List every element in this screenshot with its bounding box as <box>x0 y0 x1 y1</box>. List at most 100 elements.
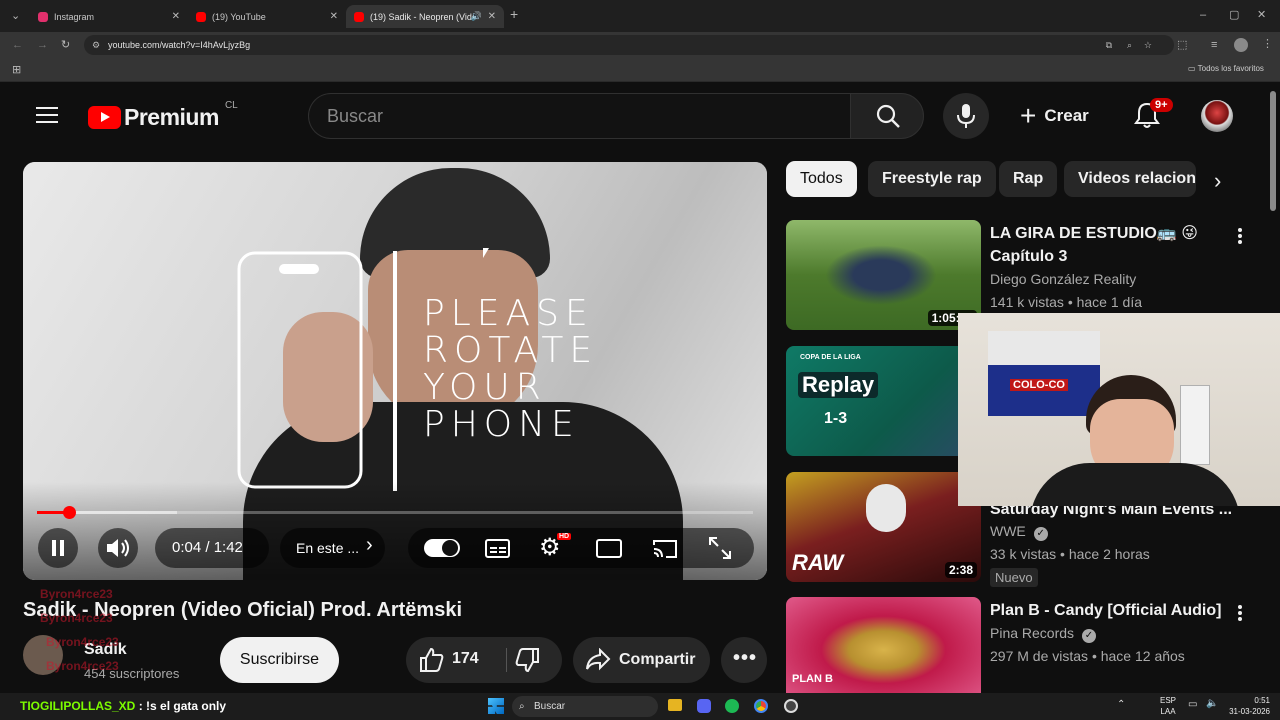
rec-thumbnail[interactable]: RAW 2:38 <box>786 472 981 582</box>
chrome-icon[interactable] <box>754 699 768 713</box>
account-avatar[interactable] <box>1201 100 1233 132</box>
zoom-icon[interactable]: ⌕ <box>1127 35 1132 55</box>
url-text: youtube.com/watch?v=I4hAvLjyzBg <box>108 40 251 50</box>
windows-start-icon[interactable] <box>488 698 504 714</box>
cast-icon[interactable] <box>652 539 678 559</box>
chapter-label: En este ... <box>296 540 360 556</box>
reload-icon[interactable]: ↻ <box>61 39 70 51</box>
rec-channel-name: WWE <box>990 523 1026 539</box>
create-label: Crear <box>1044 106 1089 125</box>
tab-youtube[interactable]: (19) YouTube ✕ <box>188 5 346 28</box>
create-button[interactable]: + Crear <box>1020 93 1089 139</box>
site-info-icon[interactable]: ⚙ <box>92 35 100 55</box>
maximize-icon[interactable]: ▢ <box>1229 9 1239 21</box>
tab-list-icon[interactable]: ⌄ <box>11 10 20 22</box>
close-icon[interactable]: ✕ <box>172 11 180 22</box>
thumbs-up-icon <box>420 647 444 672</box>
extensions-icon[interactable]: ⬚ <box>1177 39 1187 51</box>
progress-bar[interactable] <box>37 506 753 519</box>
video-player[interactable]: PLEASE ROTATE YOUR PHONE 0:04 / 1:42 En … <box>23 162 767 580</box>
rec-thumb-league: COPA DE LA LIGA <box>800 354 861 361</box>
autoplay-toggle[interactable] <box>424 539 460 557</box>
rec-thumbnail[interactable]: 1:05:26 <box>786 220 981 330</box>
rotate-line: PHONE <box>423 404 580 445</box>
more-actions-button[interactable]: ••• <box>721 637 767 683</box>
clock[interactable]: 0:51 31-03-2026 <box>1222 695 1270 717</box>
youtube-logo[interactable]: Premium CL <box>88 100 238 130</box>
rec-thumbnail[interactable]: PLAN B <box>786 597 981 693</box>
rec-title[interactable]: LA GIRA DE ESTUDIO🚌 😜 Capítulo 3 <box>990 222 1230 268</box>
apps-icon[interactable]: ⊞ <box>12 64 21 76</box>
like-button[interactable]: 174 <box>406 637 506 683</box>
tab-label: Instagram <box>54 11 95 22</box>
address-bar[interactable]: ⚙ youtube.com/watch?v=I4hAvLjyzBg ⧉ ⌕ ☆ <box>84 35 1174 55</box>
tab-instagram[interactable]: Instagram ✕ <box>30 5 188 28</box>
fullscreen-icon[interactable] <box>708 536 732 560</box>
chat-message: TIOGILIPOLLAS_XD : !s el gata only <box>0 693 480 720</box>
rec-channel-name: Pina Records <box>990 625 1075 641</box>
speaker-icon[interactable]: 🔈 <box>1206 698 1218 709</box>
speaker-icon[interactable]: 🔊 <box>471 11 482 22</box>
time-display: 0:04 / 1:42 <box>155 528 269 568</box>
mic-icon <box>957 104 975 128</box>
obs-icon[interactable] <box>784 699 798 713</box>
notifications-button[interactable]: 9+ <box>1134 98 1173 131</box>
hd-badge: HD <box>557 533 572 540</box>
tray-chevron-icon[interactable]: ⌃ <box>1117 699 1125 710</box>
rec-thumbnail[interactable]: COPA DE LA LIGA Replay 1-3 7: <box>786 346 981 456</box>
tab-label: (19) Sadik - Neopren (Vide <box>370 11 475 22</box>
subscribe-button[interactable]: Suscribirse <box>220 637 339 683</box>
all-bookmarks[interactable]: ▭ Todos los favoritos <box>1188 64 1264 73</box>
volume-button[interactable] <box>98 528 138 568</box>
window-close-icon[interactable]: ✕ <box>1257 9 1266 21</box>
tab-label: (19) YouTube <box>212 11 266 22</box>
bookmark-star-icon[interactable]: ☆ <box>1144 35 1152 55</box>
rec-title[interactable]: Plan B - Candy [Official Audio] <box>990 599 1230 622</box>
theater-mode-icon[interactable] <box>596 539 622 558</box>
chips-next-icon[interactable]: › <box>1214 168 1221 194</box>
rec-channel[interactable]: Diego González Reality <box>990 271 1136 287</box>
spotify-icon[interactable] <box>725 699 739 713</box>
all-bookmarks-label: Todos los favoritos <box>1197 64 1264 73</box>
more-vertical-icon[interactable] <box>1236 226 1244 246</box>
dislike-button[interactable] <box>507 637 562 683</box>
subtitles-icon[interactable] <box>485 539 510 558</box>
rec-thumb-text: Replay <box>798 372 879 398</box>
taskbar-search[interactable]: ⌕ Buscar <box>512 696 658 717</box>
more-vertical-icon[interactable] <box>1236 603 1244 623</box>
rec-channel[interactable]: Pina Records ✓ <box>990 625 1096 643</box>
chip-rap[interactable]: Rap <box>999 161 1058 197</box>
close-icon[interactable]: ✕ <box>488 11 496 22</box>
profile-avatar[interactable] <box>1234 38 1248 52</box>
chapter-button[interactable]: En este ... › <box>280 528 385 568</box>
play-pause-button[interactable] <box>38 528 78 568</box>
page-scrollbar[interactable] <box>1270 91 1276 211</box>
settings-button[interactable]: ⚙ HD <box>539 533 572 561</box>
chip-freestyle-rap[interactable]: Freestyle rap <box>868 161 996 197</box>
hamburger-icon[interactable] <box>36 107 58 123</box>
back-icon[interactable]: ← <box>12 39 23 51</box>
media-icon[interactable]: ≡ <box>1211 39 1217 51</box>
network-icon[interactable]: ▭ <box>1188 699 1197 710</box>
flag-text: COLO-CO <box>1010 379 1068 391</box>
tab-video[interactable]: (19) Sadik - Neopren (Vide 🔊 ✕ <box>346 5 504 28</box>
close-icon[interactable]: ✕ <box>330 11 338 22</box>
search-button[interactable] <box>850 93 924 139</box>
discord-icon[interactable] <box>697 699 711 713</box>
language-indicator[interactable]: ESP LAA <box>1160 695 1176 717</box>
menu-icon[interactable]: ⋮ <box>1262 38 1273 50</box>
chip-videos-relacionados[interactable]: Videos relacion <box>1064 161 1196 197</box>
voice-search-button[interactable] <box>943 93 989 139</box>
scrubber-handle[interactable] <box>63 506 76 519</box>
minimize-icon[interactable]: – <box>1200 9 1206 21</box>
rec-item[interactable]: PLAN B Plan B - Candy [Official Audio] P… <box>786 597 1266 693</box>
rec-channel[interactable]: WWE ✓ <box>990 523 1048 541</box>
share-button[interactable]: Compartir <box>573 637 710 683</box>
forward-icon[interactable]: → <box>37 39 48 51</box>
install-icon[interactable]: ⧉ <box>1106 35 1112 55</box>
new-tab-icon[interactable]: + <box>510 7 518 21</box>
file-explorer-icon[interactable] <box>668 699 682 711</box>
rotate-line: YOUR <box>423 367 547 408</box>
search-input[interactable]: Buscar <box>308 93 850 139</box>
chip-todos[interactable]: Todos <box>786 161 857 197</box>
